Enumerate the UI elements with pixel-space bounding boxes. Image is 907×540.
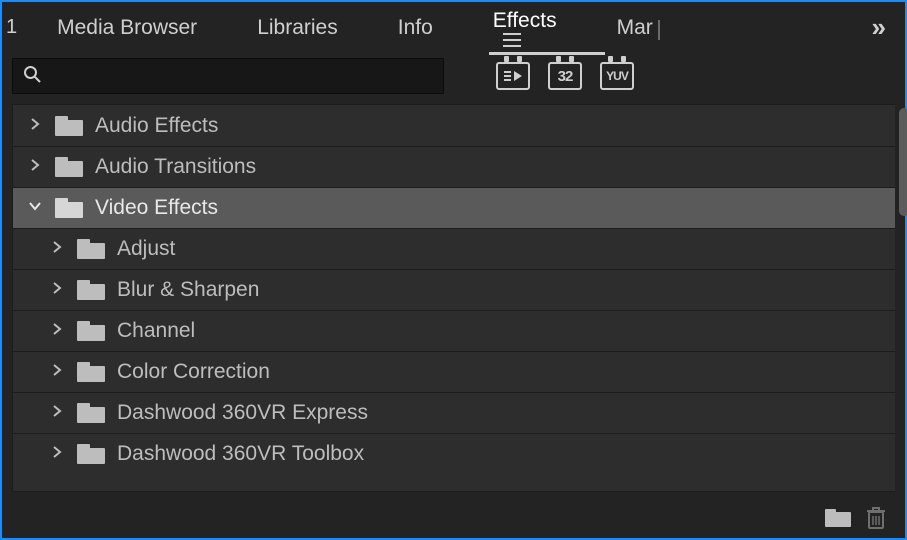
tab-markers-truncated[interactable]: Mar	[587, 4, 659, 50]
chevron-right-icon[interactable]	[25, 117, 45, 135]
tab-effects[interactable]: Effects	[463, 0, 587, 57]
tree-row[interactable]: Adjust	[13, 228, 895, 269]
delete-button[interactable]	[865, 506, 887, 530]
chevron-right-icon[interactable]	[47, 240, 67, 258]
effects-tree-wrap: Audio Effects Audio Transitions Video Effe…	[12, 104, 895, 492]
tree-row[interactable]: Dashwood 360VR Toolbox	[13, 433, 895, 474]
effects-search-box[interactable]	[12, 58, 444, 94]
search-icon	[23, 65, 41, 88]
tree-row-label: Color Correction	[117, 360, 270, 384]
folder-icon	[55, 198, 83, 218]
tab-overflow-button[interactable]: »	[858, 12, 897, 43]
tree-row-label: Dashwood 360VR Express	[117, 401, 368, 425]
folder-icon	[77, 362, 105, 382]
effects-tree[interactable]: Audio Effects Audio Transitions Video Effe…	[12, 104, 895, 492]
tree-row[interactable]: Dashwood 360VR Express	[13, 392, 895, 433]
hamburger-icon	[503, 33, 521, 47]
tab-lead-marker: 1	[2, 16, 27, 39]
tree-row-label: Channel	[117, 319, 195, 343]
tree-row-label: Blur & Sharpen	[117, 278, 259, 302]
tab-effects-label: Effects	[493, 9, 557, 32]
tree-row-label: Dashwood 360VR Toolbox	[117, 442, 364, 466]
chevron-right-icon[interactable]	[47, 363, 67, 381]
filter-32bit-icon[interactable]: 32	[548, 62, 582, 90]
filter-accelerated-icon[interactable]	[496, 62, 530, 90]
tree-row[interactable]: Audio Transitions	[13, 146, 895, 187]
trash-icon	[865, 506, 887, 530]
tree-row[interactable]: Channel	[13, 310, 895, 351]
tree-row-label: Video Effects	[95, 196, 218, 220]
new-bin-button[interactable]	[825, 509, 851, 527]
folder-icon	[55, 116, 83, 136]
panel-footer	[2, 498, 905, 538]
tree-row[interactable]: Color Correction	[13, 351, 895, 392]
tree-row-label: Audio Transitions	[95, 155, 256, 179]
panel-tabbar: 1 Media Browser Libraries Info Effects M…	[2, 2, 905, 52]
folder-icon	[55, 157, 83, 177]
panel-menu-button[interactable]	[493, 33, 557, 47]
effects-search-input[interactable]	[51, 66, 433, 87]
chevron-right-icon[interactable]	[47, 404, 67, 422]
tab-media-browser[interactable]: Media Browser	[27, 4, 227, 50]
chevron-right-icon[interactable]	[47, 445, 67, 463]
chevron-down-icon[interactable]	[25, 199, 45, 217]
scrollbar-thumb[interactable]	[899, 108, 907, 216]
tree-row[interactable]: Audio Effects	[13, 105, 895, 146]
effects-toolbar: 32 YUV	[2, 52, 905, 100]
folder-icon	[77, 321, 105, 341]
chevron-right-icon[interactable]	[47, 281, 67, 299]
tree-row[interactable]: Video Effects	[13, 187, 895, 228]
tab-libraries[interactable]: Libraries	[227, 4, 368, 50]
chevron-right-icon[interactable]	[47, 322, 67, 340]
tree-row-label: Adjust	[117, 237, 175, 261]
folder-icon	[77, 239, 105, 259]
tab-info[interactable]: Info	[368, 4, 463, 50]
filter-yuv-icon[interactable]: YUV	[600, 62, 634, 90]
tree-row[interactable]: Blur & Sharpen	[13, 269, 895, 310]
tree-row-label: Audio Effects	[95, 114, 218, 138]
folder-icon	[77, 444, 105, 464]
chevron-right-icon[interactable]	[25, 158, 45, 176]
folder-icon	[77, 403, 105, 423]
folder-icon	[77, 280, 105, 300]
